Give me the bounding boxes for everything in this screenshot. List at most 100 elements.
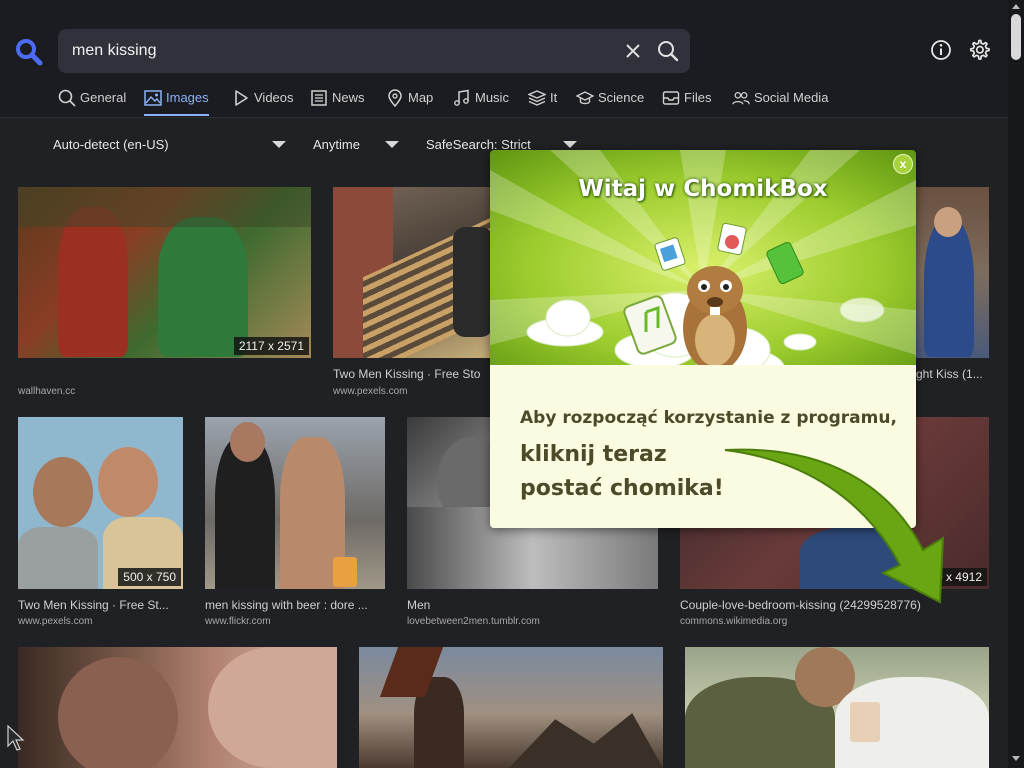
safesearch-chevron-down-icon[interactable]	[563, 141, 577, 148]
result-title: Two Men Kissing · Free St...	[18, 598, 169, 612]
tab-label: Files	[684, 90, 712, 105]
search-submit-icon[interactable]	[656, 39, 680, 63]
result-source: www.flickr.com	[205, 616, 271, 627]
figure-shape	[453, 227, 493, 337]
tab-images[interactable]: Images	[144, 88, 209, 116]
figure-shape	[924, 217, 974, 357]
header: General Images Videos News Map Music It	[0, 0, 1008, 118]
tab-it[interactable]: It	[528, 88, 557, 116]
popup-message-cta: postać chomika!	[520, 476, 724, 501]
result-thumbnail	[333, 187, 493, 358]
rock-shape	[509, 713, 663, 768]
head-shape	[230, 422, 265, 462]
tab-files[interactable]: Files	[662, 88, 711, 116]
tab-general[interactable]: General	[58, 88, 126, 116]
map-pin-icon	[388, 89, 402, 107]
beer-glass-shape	[333, 557, 357, 587]
window-shape	[18, 187, 311, 227]
search-input[interactable]	[72, 29, 612, 73]
head-shape	[33, 457, 93, 527]
result-thumbnail	[18, 417, 183, 589]
result-title: ght Kiss (1...	[916, 367, 983, 381]
tab-label: News	[332, 90, 365, 105]
tab-label: General	[80, 90, 127, 105]
search-box	[58, 29, 690, 73]
tab-social-media[interactable]: Social Media	[732, 88, 828, 116]
popup-message-cta: kliknij teraz	[520, 442, 667, 467]
mouse-cursor-icon	[7, 724, 25, 751]
language-chevron-down-icon[interactable]	[272, 141, 286, 148]
music-icon	[454, 89, 469, 106]
gear-icon[interactable]	[967, 38, 991, 62]
scroll-up-arrow-icon[interactable]	[1012, 4, 1020, 9]
time-select[interactable]: Anytime	[313, 137, 360, 152]
image-dimensions: 500 x 750	[118, 568, 181, 586]
image-result[interactable]: ght Kiss (1...	[916, 187, 989, 402]
shirt-shape	[18, 527, 98, 589]
figure-shape	[58, 207, 128, 357]
result-thumbnail	[359, 647, 663, 768]
result-thumbnail	[18, 647, 337, 768]
result-title: Two Men Kissing · Free Sto	[333, 367, 481, 381]
tab-label: Images	[166, 90, 209, 105]
tab-videos[interactable]: Videos	[232, 88, 294, 116]
figure-shape	[158, 217, 248, 357]
tab-label: Map	[408, 90, 434, 105]
result-thumbnail	[685, 647, 989, 768]
tab-label: Science	[598, 90, 645, 105]
result-source: wallhaven.cc	[18, 386, 76, 397]
play-icon	[235, 90, 248, 106]
wine-glass-shape	[850, 702, 880, 742]
face-shape	[58, 657, 178, 768]
result-title: men kissing with beer : dore ...	[205, 598, 368, 612]
tab-label: Music	[475, 90, 509, 105]
result-source: commons.wikimedia.org	[680, 616, 788, 627]
image-result[interactable]: Two Men Kissing · Free Sto www.pexels.co…	[333, 187, 493, 402]
image-dimensions: 2117 x 2571	[233, 337, 309, 355]
info-icon[interactable]	[930, 39, 952, 61]
graduation-cap-icon	[576, 91, 594, 105]
hamster-mascot-icon	[683, 266, 747, 365]
vertical-scrollbar[interactable]	[1008, 0, 1024, 768]
tab-music[interactable]: Music	[453, 88, 509, 116]
image-dimensions: 50 x 4912	[924, 568, 987, 586]
layers-icon	[528, 90, 546, 106]
face-shape	[208, 647, 337, 768]
head-shape	[98, 447, 158, 517]
head-shape	[934, 207, 962, 237]
result-source: lovebetween2men.tumblr.com	[407, 616, 540, 627]
popup-close-icon[interactable]: x	[893, 154, 913, 174]
result-source: www.pexels.com	[18, 616, 93, 627]
image-result[interactable]	[18, 647, 337, 768]
figure-shape	[800, 527, 920, 589]
time-chevron-down-icon[interactable]	[385, 141, 399, 148]
scrollbar-thumb[interactable]	[1011, 14, 1021, 60]
tab-science[interactable]: Science	[576, 88, 644, 116]
result-thumbnail	[18, 187, 311, 358]
tab-label: Videos	[254, 90, 294, 105]
image-result[interactable]: 2117 x 2571 wallhaven.cc	[18, 187, 311, 402]
search-icon	[58, 89, 76, 107]
logo-search-icon[interactable]	[14, 37, 44, 67]
users-icon	[732, 91, 750, 105]
popup-message-line: Aby rozpocząć korzystanie z programu,	[520, 408, 897, 428]
tab-map[interactable]: Map	[386, 88, 433, 116]
image-icon	[144, 90, 162, 106]
tab-label: It	[550, 90, 558, 105]
result-title: Couple-love-bedroom-kissing (24299528776…	[680, 598, 921, 612]
result-title: Men	[407, 598, 431, 612]
result-source: www.pexels.com	[333, 386, 408, 397]
newspaper-icon	[311, 90, 327, 106]
clear-icon[interactable]	[622, 40, 644, 62]
chomikbox-popup: Witaj w ChomikBox x Aby rozpocząć korzys…	[490, 150, 916, 528]
image-result[interactable]	[359, 647, 663, 768]
image-result[interactable]: 500 x 750 Two Men Kissing · Free St... w…	[18, 417, 183, 632]
image-result[interactable]: men kissing with beer : dore ... www.fli…	[205, 417, 385, 632]
image-result[interactable]	[685, 647, 989, 768]
tab-news[interactable]: News	[310, 88, 365, 116]
language-select[interactable]: Auto-detect (en-US)	[53, 137, 169, 152]
scroll-down-arrow-icon[interactable]	[1012, 756, 1020, 761]
result-thumbnail	[916, 187, 989, 358]
inbox-icon	[662, 91, 680, 105]
popup-title: Witaj w ChomikBox	[578, 176, 828, 202]
